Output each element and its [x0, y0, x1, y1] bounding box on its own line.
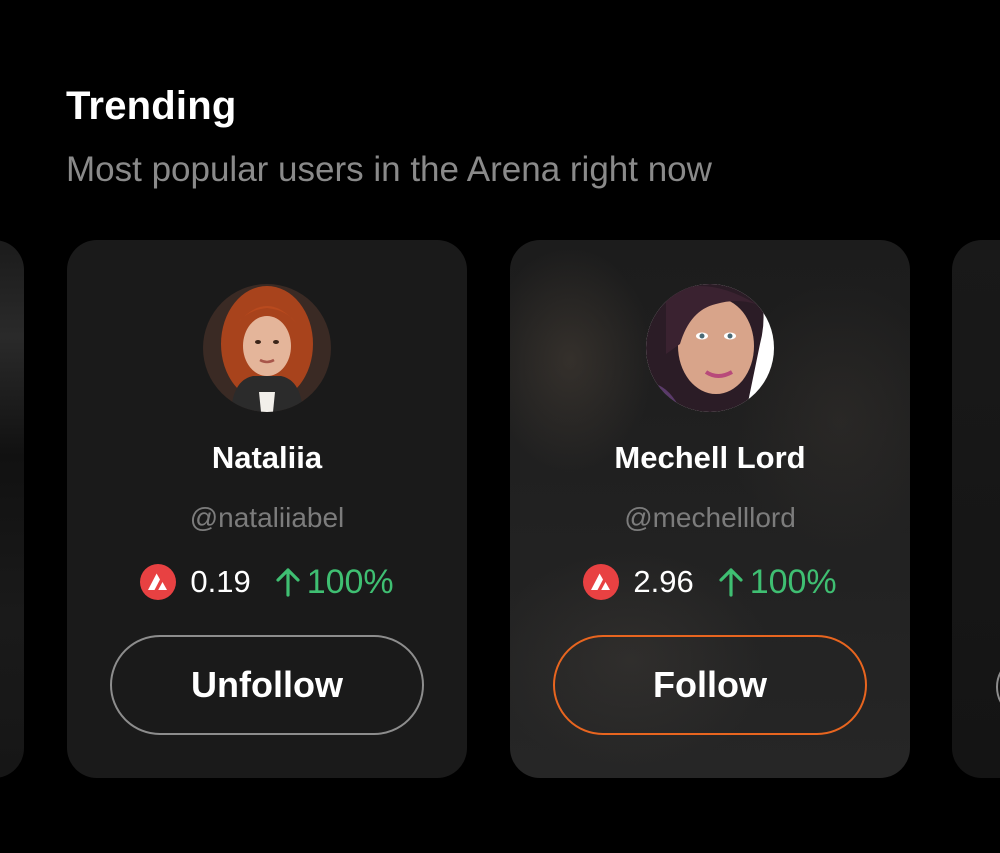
arrow-up-icon [719, 568, 743, 597]
section-title: Trending [66, 84, 237, 128]
user-name: Mechell Lord [614, 440, 806, 475]
user-name: Nataliia [211, 440, 323, 475]
user-card[interactable]: Mechell Lord @mechelllord 2.96 100% Foll… [510, 240, 910, 778]
avalanche-icon [583, 564, 620, 600]
price-change: 100% [275, 563, 394, 602]
avatar[interactable] [203, 284, 331, 412]
trending-section: Trending Most popular users in the Arena… [0, 0, 1000, 853]
avatar-image-icon [203, 284, 331, 412]
user-handle: @nataliiabel [189, 502, 345, 533]
avatar[interactable] [646, 284, 774, 412]
price-change-value: 100% [749, 562, 837, 601]
section-subtitle: Most popular users in the Arena right no… [66, 150, 712, 189]
token-price: 0.19 [190, 564, 251, 599]
user-card-partial-left[interactable] [0, 240, 24, 778]
avatar-image-icon [646, 284, 774, 412]
arrow-up-icon [276, 568, 300, 597]
user-stats: 0.19 100% [67, 560, 467, 604]
follow-button[interactable]: Follow [553, 635, 867, 735]
token-price: 2.96 [633, 564, 694, 599]
partial-follow-button[interactable] [996, 655, 1000, 719]
user-handle: @mechelllord [624, 502, 796, 533]
unfollow-button[interactable]: Unfollow [110, 635, 424, 735]
price-change: 100% [718, 563, 837, 602]
user-card[interactable]: Nataliia @nataliiabel 0.19 100% Unfollow [67, 240, 467, 778]
price-change-value: 100% [306, 562, 394, 601]
trending-carousel[interactable]: Nataliia @nataliiabel 0.19 100% Unfollow… [0, 240, 1000, 780]
user-stats: 2.96 100% [510, 560, 910, 604]
user-card-partial-right[interactable] [952, 240, 1000, 778]
avalanche-icon [140, 564, 177, 600]
